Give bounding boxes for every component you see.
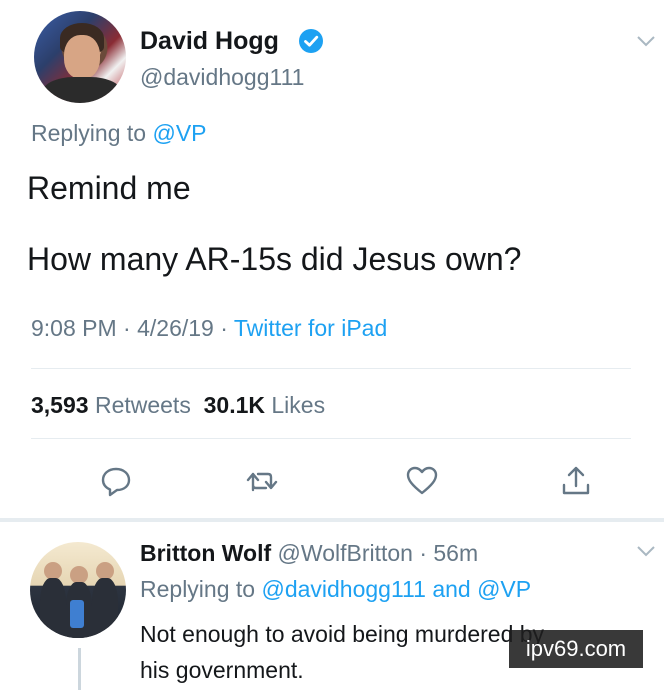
tweet-source-link[interactable]: Twitter for iPad xyxy=(234,315,387,341)
watermark: ipv69.com xyxy=(509,630,643,668)
reply-icon xyxy=(101,467,131,497)
chevron-down-icon[interactable] xyxy=(636,28,656,54)
divider xyxy=(31,438,631,439)
reply-author-avatar[interactable] xyxy=(30,542,126,638)
replying-to-link[interactable]: @VP xyxy=(152,120,206,146)
author-name[interactable]: David Hogg xyxy=(140,27,279,56)
retweet-button[interactable] xyxy=(244,463,280,499)
author-avatar[interactable] xyxy=(34,11,126,103)
likes-label[interactable]: Likes xyxy=(265,392,325,418)
reply-button[interactable] xyxy=(98,463,134,499)
thread-line xyxy=(78,648,81,690)
share-icon xyxy=(562,466,590,495)
retweets-count[interactable]: 3,593 xyxy=(31,392,89,418)
reply-author-handle[interactable]: @WolfBritton · 56m xyxy=(271,540,479,566)
reply-replying-to-links[interactable]: @davidhogg111 and @VP xyxy=(261,576,531,602)
retweet-icon xyxy=(246,472,278,492)
divider xyxy=(31,368,631,369)
tweet-meta: 9:08 PM · 4/26/19 · Twitter for iPad xyxy=(31,315,387,342)
like-button[interactable] xyxy=(404,463,440,499)
replying-to: Replying to @VP xyxy=(31,120,207,147)
reply-author-name[interactable]: Britton Wolf xyxy=(140,540,271,566)
replying-prefix: Replying to xyxy=(31,120,153,146)
likes-count[interactable]: 30.1K xyxy=(204,392,265,418)
tweet-text-line-1: Remind me xyxy=(27,170,191,206)
reply-replying-to: Replying to @davidhogg111 and @VP xyxy=(140,576,531,603)
tweet-separator xyxy=(0,518,664,522)
reply-header: Britton Wolf @WolfBritton · 56m xyxy=(140,540,478,567)
reply-replying-prefix: Replying to xyxy=(140,576,262,602)
tweet-timestamp[interactable]: 9:08 PM · 4/26/19 · xyxy=(31,315,234,341)
share-button[interactable] xyxy=(558,463,594,499)
tweet-text-line-2: How many AR-15s did Jesus own? xyxy=(27,241,522,277)
reply-text-line-2: his government. xyxy=(140,657,304,683)
author-handle[interactable]: @davidhogg111 xyxy=(140,64,304,91)
heart-icon xyxy=(406,466,438,495)
tweet-stats: 3,593 Retweets 30.1K Likes xyxy=(31,392,325,419)
reply-text-line-1: Not enough to avoid being murdered by xyxy=(140,621,545,647)
retweets-label[interactable]: Retweets xyxy=(89,392,191,418)
verified-badge-icon xyxy=(299,29,323,53)
chevron-down-icon[interactable] xyxy=(636,538,656,564)
